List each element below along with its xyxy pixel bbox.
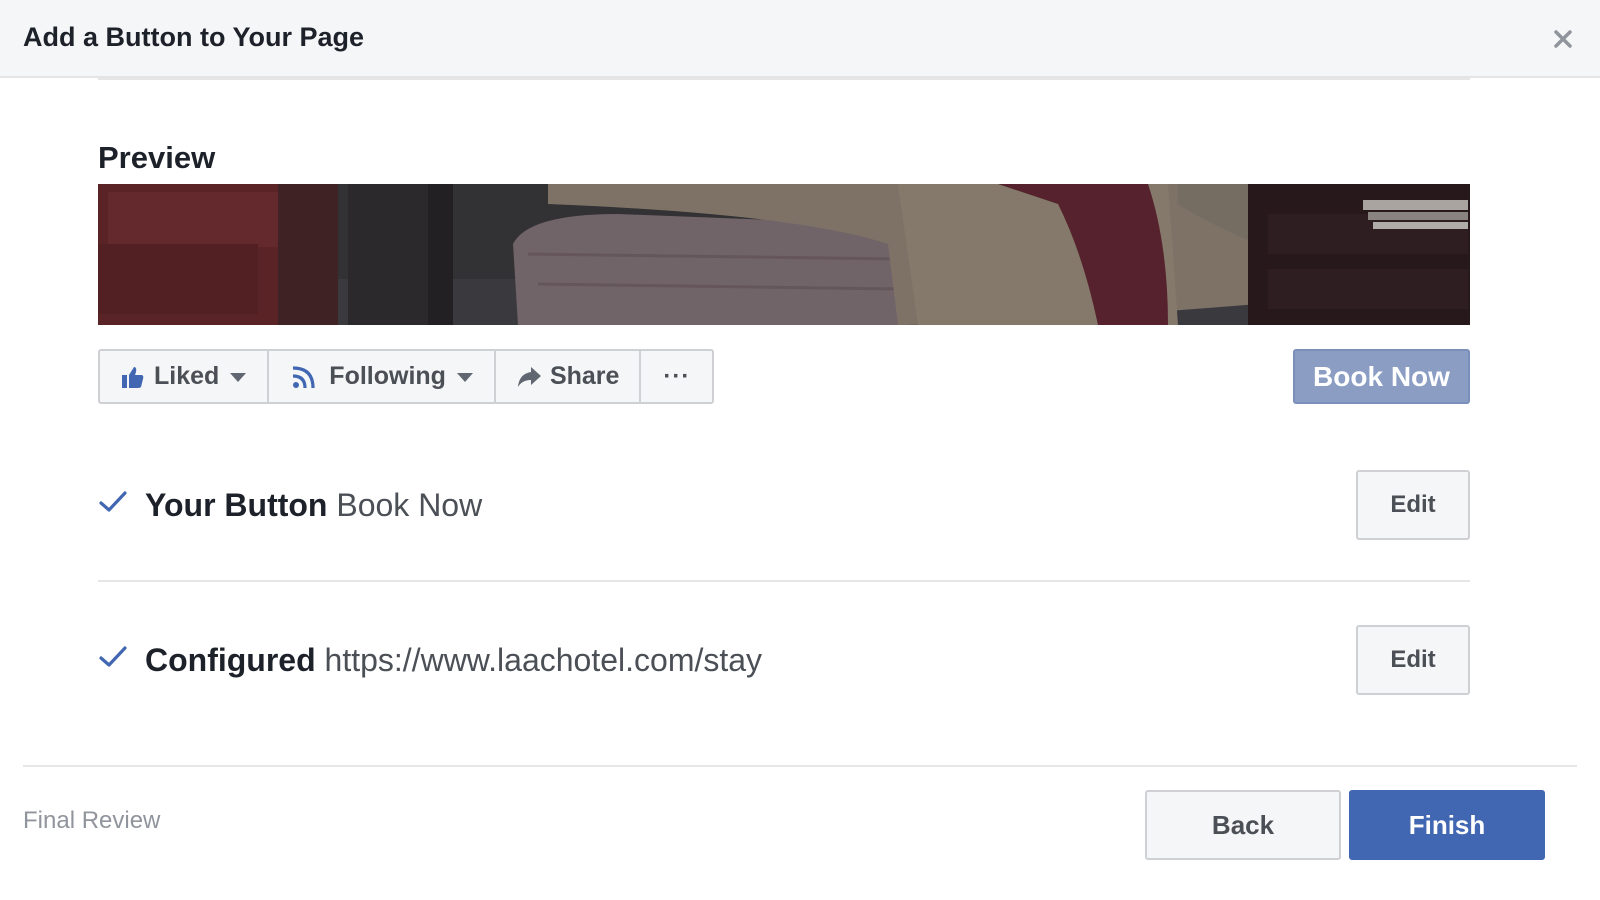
liked-label: Liked bbox=[154, 362, 220, 390]
summary-title: Your Button bbox=[145, 487, 328, 523]
page-action-bar: Liked Following Share ··· bbox=[98, 349, 715, 404]
summary-value: https://www.laachotel.com/stay bbox=[324, 642, 763, 678]
thumbs-up-icon bbox=[120, 364, 146, 390]
summary-value: Book Now bbox=[336, 487, 483, 523]
cover-photo bbox=[98, 184, 1470, 325]
edit-configured-button[interactable]: Edit bbox=[1356, 625, 1470, 695]
edit-button-button[interactable]: Edit bbox=[1356, 470, 1470, 540]
finish-button[interactable]: Finish bbox=[1349, 790, 1545, 860]
following-label: Following bbox=[329, 362, 446, 390]
share-label: Share bbox=[549, 362, 620, 390]
chevron-down-icon bbox=[456, 371, 474, 383]
top-divider bbox=[98, 78, 1470, 80]
summary-divider bbox=[98, 580, 1470, 582]
close-icon[interactable] bbox=[1548, 24, 1578, 54]
summary-text: Configured https://www.laachotel.com/sta… bbox=[145, 642, 762, 679]
more-icon: ··· bbox=[663, 362, 691, 390]
checkmark-icon bbox=[98, 643, 128, 673]
step-label: Final Review bbox=[23, 807, 161, 834]
liked-button[interactable]: Liked bbox=[100, 351, 270, 402]
dialog-title: Add a Button to Your Page bbox=[23, 22, 364, 52]
preview-heading: Preview bbox=[98, 140, 216, 175]
summary-row-configured: Configured https://www.laachotel.com/sta… bbox=[98, 625, 1470, 695]
following-button[interactable]: Following bbox=[269, 351, 496, 402]
summary-row-button: Your Button Book Now Edit bbox=[98, 470, 1470, 540]
book-now-preview-button[interactable]: Book Now bbox=[1293, 349, 1470, 404]
back-button[interactable]: Back bbox=[1145, 790, 1341, 860]
summary-title: Configured bbox=[145, 642, 316, 678]
chevron-down-icon bbox=[229, 371, 247, 383]
summary-text: Your Button Book Now bbox=[145, 487, 482, 524]
share-button[interactable]: Share bbox=[496, 351, 642, 402]
dialog-header: Add a Button to Your Page bbox=[0, 0, 1600, 78]
checkmark-icon bbox=[98, 488, 128, 518]
rss-icon bbox=[291, 364, 317, 390]
share-arrow-icon bbox=[516, 364, 542, 390]
footer-divider bbox=[23, 765, 1577, 767]
more-button[interactable]: ··· bbox=[641, 351, 712, 402]
add-button-dialog: Add a Button to Your Page Preview Liked … bbox=[0, 0, 1600, 900]
